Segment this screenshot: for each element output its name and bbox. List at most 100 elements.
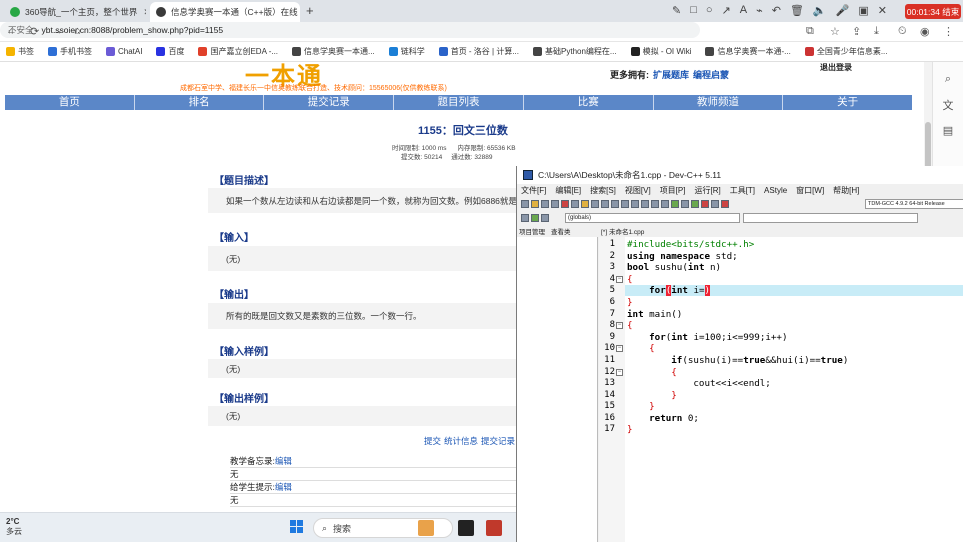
member-select[interactable] <box>743 213 918 223</box>
close-icon[interactable]: ✕ <box>878 4 887 17</box>
tab-360[interactable]: 360导航_一个主页，整个世界✕ <box>4 2 146 22</box>
bookmark-item[interactable]: 基础Python编程在... <box>533 46 617 57</box>
method-icon[interactable] <box>531 214 539 222</box>
print-icon[interactable] <box>571 200 579 208</box>
bookmark-item[interactable]: 百度 <box>156 46 184 57</box>
compile-run-icon[interactable] <box>681 200 689 208</box>
file-tab[interactable]: [*] 未命名1.cpp <box>601 226 644 236</box>
compiler-select[interactable]: TDM-GCC 4.9.2 64-bit Release <box>865 199 963 209</box>
menu-project[interactable]: 项目[P] <box>660 185 686 196</box>
bookmark-item[interactable]: 手机书签 <box>48 46 92 57</box>
undo-icon[interactable]: ↶ <box>772 4 781 17</box>
refresh-icon[interactable]: ⟳ <box>30 25 39 38</box>
history-icon[interactable]: ⏲ <box>898 25 907 38</box>
chart-icon[interactable] <box>711 200 719 208</box>
nav-submissions[interactable]: 提交记录 <box>264 95 395 110</box>
text-icon[interactable]: A <box>740 4 747 17</box>
translate-icon[interactable]: 文 <box>933 97 963 113</box>
start-button[interactable] <box>290 520 304 534</box>
find-icon[interactable] <box>601 200 609 208</box>
goto-icon[interactable] <box>621 200 629 208</box>
scope-select[interactable]: (globals) <box>565 213 740 223</box>
share-icon[interactable]: ⇪ <box>852 25 861 38</box>
mic-icon[interactable]: 🎤 <box>836 4 850 17</box>
square-icon[interactable]: □ <box>690 4 697 17</box>
bookmark-item[interactable]: 全国青少年信息素... <box>804 46 888 57</box>
link-extended-problems[interactable]: 扩展题库 <box>653 70 689 80</box>
menu-view[interactable]: 视图[V] <box>625 185 651 196</box>
unindent-icon[interactable] <box>641 200 649 208</box>
check-icon[interactable] <box>691 200 699 208</box>
favorites-icon[interactable]: ☆ <box>830 25 840 38</box>
menu-tools[interactable]: 工具[T] <box>730 185 755 196</box>
debug-icon[interactable] <box>721 200 729 208</box>
extensions-icon[interactable]: ⧉ <box>806 25 814 38</box>
arrow-icon[interactable]: ↗ <box>722 4 731 17</box>
highlight-icon[interactable]: ⌁ <box>756 4 763 17</box>
reader-icon[interactable]: ▤ <box>933 124 963 137</box>
nav-about[interactable]: 关于 <box>783 95 912 110</box>
forward-icon[interactable]: → <box>52 25 63 37</box>
redo-icon[interactable] <box>591 200 599 208</box>
var-icon[interactable] <box>541 214 549 222</box>
bookmark-item[interactable]: 信息学奥赛一本通-... <box>705 46 791 57</box>
edit-student-hint-link[interactable]: 编辑 <box>275 482 292 492</box>
fold-toggle-icon[interactable]: − <box>616 276 623 283</box>
close-icon[interactable]: ✕ <box>298 7 300 18</box>
nav-problems[interactable]: 题目列表 <box>394 95 524 110</box>
open-icon[interactable] <box>531 200 539 208</box>
bookmark-item[interactable]: 链科学 <box>388 46 425 57</box>
url-input[interactable]: 不安全 ybt.ssoier.cn:8088/problem_show.php?… <box>0 22 700 38</box>
new-file-icon[interactable] <box>521 200 529 208</box>
compile-icon[interactable] <box>661 200 669 208</box>
stats-link[interactable]: 统计信息 <box>444 436 478 446</box>
menu-help[interactable]: 帮助[H] <box>833 185 859 196</box>
fold-toggle-icon[interactable]: − <box>616 345 623 352</box>
replace-icon[interactable] <box>611 200 619 208</box>
delete-icon[interactable]: 🗑 <box>790 4 804 17</box>
bookmark-item[interactable]: 书签 <box>6 46 34 57</box>
indent-icon[interactable] <box>631 200 639 208</box>
dragon-app-icon[interactable] <box>418 520 434 536</box>
tab-project[interactable]: 项目管理 <box>519 226 545 236</box>
menu-edit[interactable]: 编辑[E] <box>555 185 581 196</box>
submit-link[interactable]: 提交 <box>424 436 441 446</box>
fold-toggle-icon[interactable]: − <box>616 369 623 376</box>
bookmark-item[interactable]: 模拟 - OI Wiki <box>630 46 691 57</box>
save-all-icon[interactable] <box>551 200 559 208</box>
class-icon[interactable] <box>521 214 529 222</box>
avatar[interactable]: ◉ <box>920 25 930 38</box>
recording-timer-button[interactable]: 00:01:34 结束 <box>905 4 961 19</box>
nav-contests[interactable]: 比赛 <box>524 95 654 110</box>
fold-toggle-icon[interactable]: − <box>616 322 623 329</box>
speaker-icon[interactable]: 🔈 <box>813 4 827 17</box>
close-file-icon[interactable] <box>561 200 569 208</box>
nav-ranking[interactable]: 排名 <box>135 95 265 110</box>
save-icon[interactable] <box>541 200 549 208</box>
nav-teacher[interactable]: 教师频道 <box>654 95 784 110</box>
close-icon[interactable]: ✕ <box>137 7 146 18</box>
tab-ybt[interactable]: 信息学奥赛一本通（C++版）在线✕ <box>150 2 300 22</box>
camera-icon[interactable]: ▣ <box>858 4 868 17</box>
menu-icon[interactable]: ⋮ <box>943 25 954 38</box>
undo-icon[interactable] <box>581 200 589 208</box>
home-icon[interactable]: ⌂ <box>74 25 81 37</box>
menu-astyle[interactable]: AStyle <box>764 186 787 195</box>
pen-icon[interactable]: ✎ <box>672 4 681 17</box>
edit-teacher-memo-link[interactable]: 编辑 <box>275 456 292 466</box>
back-icon[interactable]: ← <box>6 25 17 37</box>
link-programming-intro[interactable]: 编程启蒙 <box>693 70 729 80</box>
pdf-app-icon[interactable] <box>486 520 502 536</box>
run-icon[interactable] <box>671 200 679 208</box>
bookmark-icon[interactable] <box>651 200 659 208</box>
download-icon[interactable]: ⤓ <box>874 25 879 38</box>
records-link[interactable]: 提交记录 <box>481 436 515 446</box>
terminal-app-icon[interactable] <box>458 520 474 536</box>
weather-widget[interactable]: 2°C 多云 <box>6 517 22 537</box>
tab-classes[interactable]: 查看类 <box>551 226 571 236</box>
stop-icon[interactable] <box>701 200 709 208</box>
search-icon[interactable]: ⌕ <box>933 73 963 86</box>
bookmark-item[interactable]: 首页 - 洛谷 | 计算... <box>438 46 519 57</box>
menu-window[interactable]: 窗口[W] <box>796 185 824 196</box>
menu-file[interactable]: 文件[F] <box>521 185 546 196</box>
